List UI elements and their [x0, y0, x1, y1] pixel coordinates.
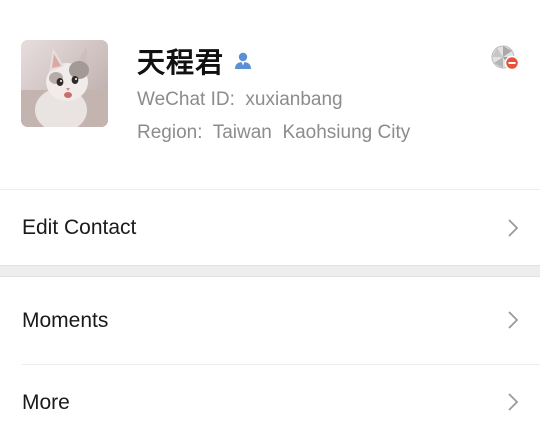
profile-header: 天程君 WeChat ID: xuxianbang Region: Taiwan…: [0, 0, 540, 189]
name-row: 天程君: [137, 41, 254, 81]
contact-name: 天程君: [137, 46, 225, 79]
chevron-right-icon: [506, 391, 520, 413]
avatar[interactable]: [21, 40, 108, 127]
region-line: Region: Taiwan Kaohsiung City: [137, 122, 410, 144]
aperture-blocked-icon[interactable]: [490, 44, 520, 72]
edit-contact-row[interactable]: Edit Contact: [0, 190, 540, 265]
chevron-right-icon: [506, 309, 520, 331]
chevron-right-icon: [506, 217, 520, 239]
more-row[interactable]: More: [0, 365, 540, 431]
region-label: Region:: [137, 122, 203, 143]
section-separator: [0, 265, 540, 277]
cat-photo: [21, 40, 108, 127]
person-icon: [232, 50, 254, 72]
wechat-id-line: WeChat ID: xuxianbang: [137, 89, 343, 111]
region-country: Taiwan: [212, 122, 272, 143]
more-label: More: [22, 391, 70, 414]
wechat-id-label: WeChat ID:: [137, 89, 235, 110]
region-city: Kaohsiung City: [282, 122, 411, 143]
wechat-id-value: xuxianbang: [245, 89, 343, 110]
moments-row[interactable]: Moments: [0, 277, 540, 364]
moments-label: Moments: [22, 309, 109, 332]
edit-contact-label: Edit Contact: [22, 216, 137, 239]
